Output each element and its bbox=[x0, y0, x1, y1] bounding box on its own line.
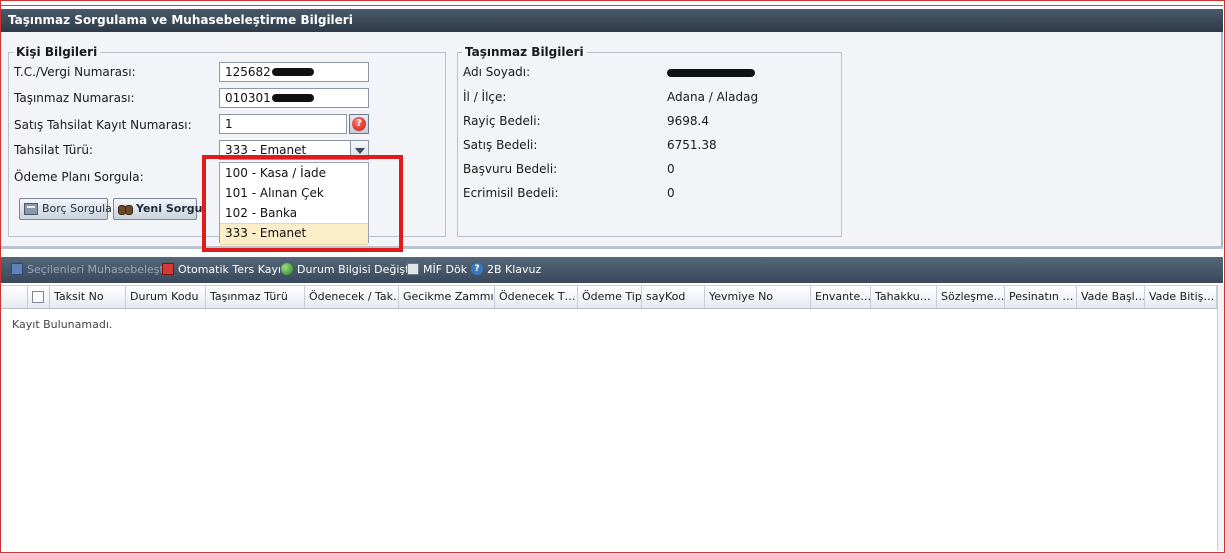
column-header[interactable]: Vade Bitiş… bbox=[1145, 286, 1217, 308]
yeni-sorgu-label: Yeni Sorgu bbox=[136, 202, 203, 215]
ecrimisil-bedeli-label: Ecrimisil Bedeli: bbox=[463, 186, 559, 200]
undo-icon bbox=[162, 263, 174, 275]
grid-header: Taksit No Durum Kodu Taşınmaz Türü Ödene… bbox=[1, 285, 1217, 309]
column-header[interactable]: Pesinatın … bbox=[1005, 286, 1077, 308]
select-all-checkbox[interactable] bbox=[32, 291, 44, 303]
calculator-icon bbox=[24, 203, 38, 215]
grid-scroll-strip bbox=[1217, 285, 1224, 551]
satis-tahsilat-value: 1 bbox=[225, 117, 233, 131]
satis-tahsilat-label: Satış Tahsilat Kayıt Numarası: bbox=[14, 118, 192, 132]
il-ilce-value: Adana / Aladag bbox=[667, 90, 759, 104]
basvuru-bedeli-value: 0 bbox=[667, 162, 675, 176]
help-button[interactable]: ? bbox=[349, 114, 369, 134]
tasinmaz-no-value: 010301 bbox=[225, 91, 271, 105]
column-header[interactable]: Ödeme Tipi bbox=[578, 286, 642, 308]
redaction-mark bbox=[271, 67, 314, 76]
satis-tahsilat-input[interactable]: 1 bbox=[219, 114, 347, 134]
klavuz-button[interactable]: ? 2B Klavuz bbox=[471, 257, 541, 283]
tc-label: T.C./Vergi Numarası: bbox=[14, 65, 136, 79]
help-icon: ? bbox=[352, 117, 366, 131]
column-header[interactable]: Taşınmaz Türü bbox=[206, 286, 305, 308]
print-icon bbox=[407, 263, 419, 275]
ters-kayit-button[interactable]: Otomatik Ters Kayıt bbox=[162, 257, 285, 283]
column-header[interactable]: Envante… bbox=[811, 286, 871, 308]
dropdown-option-selected[interactable]: 333 - Emanet bbox=[220, 223, 368, 245]
tc-input[interactable]: 125682 bbox=[219, 62, 369, 82]
binoculars-icon bbox=[118, 203, 133, 215]
save-icon bbox=[11, 263, 23, 275]
grid-toolbar: Seçilenleri Muhasebeleştir Otomatik Ters… bbox=[1, 257, 1223, 283]
tasinmaz-no-label: Taşınmaz Numarası: bbox=[14, 91, 135, 105]
rayic-bedeli-label: Rayiç Bedeli: bbox=[463, 114, 541, 128]
dropdown-option[interactable]: 102 - Banka bbox=[220, 203, 368, 223]
satis-bedeli-value: 6751.38 bbox=[667, 138, 717, 152]
basvuru-bedeli-label: Başvuru Bedeli: bbox=[463, 162, 558, 176]
ecrimisil-bedeli-value: 0 bbox=[667, 186, 675, 200]
kisi-legend: Kişi Bilgileri bbox=[16, 45, 98, 59]
dropdown-option[interactable]: 100 - Kasa / İade bbox=[220, 163, 368, 183]
tahsilat-turu-select[interactable]: 333 - Emanet bbox=[219, 140, 351, 160]
column-header[interactable]: Yevmiye No bbox=[705, 286, 811, 308]
row-number-column bbox=[1, 286, 28, 308]
dropdown-option[interactable]: 101 - Alınan Çek bbox=[220, 183, 368, 203]
durum-bilgisi-button[interactable]: Durum Bilgisi Değiştir bbox=[281, 257, 417, 283]
help-icon: ? bbox=[471, 263, 483, 275]
column-header[interactable]: Sözleşme… bbox=[937, 286, 1005, 308]
column-header[interactable]: Ödenecek / Tak… bbox=[305, 286, 399, 308]
klavuz-label: 2B Klavuz bbox=[487, 263, 542, 276]
tahsilat-turu-label: Tahsilat Türü: bbox=[14, 143, 93, 157]
column-header[interactable]: Vade Başl… bbox=[1077, 286, 1145, 308]
column-header[interactable]: Taksit No bbox=[50, 286, 126, 308]
column-header[interactable]: sayKod bbox=[642, 286, 705, 308]
adi-soyadi-label: Adı Soyadı: bbox=[463, 65, 531, 79]
rayic-bedeli-value: 9698.4 bbox=[667, 114, 709, 128]
chevron-down-icon[interactable] bbox=[350, 140, 369, 160]
column-header[interactable]: Ödenecek T… bbox=[495, 286, 578, 308]
mif-dok-label: MİF Dök bbox=[423, 263, 468, 276]
tahsilat-turu-value: 333 - Emanet bbox=[225, 143, 307, 157]
window-title: Taşınmaz Sorgulama ve Muhasebeleştirme B… bbox=[1, 9, 1223, 32]
tahsilat-turu-dropdown: 100 - Kasa / İade 101 - Alınan Çek 102 -… bbox=[219, 162, 369, 245]
panel-divider bbox=[1, 246, 1223, 249]
muhasebelestir-button[interactable]: Seçilenleri Muhasebeleştir bbox=[11, 257, 171, 283]
mif-dok-button[interactable]: MİF Dök bbox=[407, 257, 467, 283]
top-divider bbox=[1, 5, 1223, 6]
empty-grid-message: Kayıt Bulunamadı. bbox=[12, 318, 113, 331]
borc-sorgula-button[interactable]: Borç Sorgula bbox=[19, 198, 112, 220]
durum-bilgisi-label: Durum Bilgisi Değiştir bbox=[297, 263, 418, 276]
satis-bedeli-label: Satış Bedeli: bbox=[463, 138, 538, 152]
tasinmaz-legend: Taşınmaz Bilgileri bbox=[465, 45, 584, 59]
tasinmaz-no-input[interactable]: 010301 bbox=[219, 88, 369, 108]
redaction-mark bbox=[271, 93, 314, 102]
borc-sorgula-label: Borç Sorgula bbox=[42, 202, 112, 215]
ters-kayit-label: Otomatik Ters Kayıt bbox=[178, 263, 286, 276]
yeni-sorgu-button[interactable]: Yeni Sorgu bbox=[113, 198, 202, 220]
tc-value: 125682 bbox=[225, 65, 271, 79]
globe-icon bbox=[281, 263, 293, 275]
redaction-mark bbox=[667, 68, 755, 77]
il-ilce-label: İl / İlçe: bbox=[463, 90, 507, 104]
column-header[interactable]: Gecikme Zammı bbox=[399, 286, 495, 308]
muhasebelestir-label: Seçilenleri Muhasebeleştir bbox=[27, 263, 172, 276]
column-header[interactable]: Durum Kodu bbox=[126, 286, 206, 308]
column-header[interactable]: Tahakku… bbox=[871, 286, 937, 308]
adi-soyadi-value bbox=[667, 65, 755, 79]
odeme-plani-label: Ödeme Planı Sorgula: bbox=[14, 170, 144, 184]
